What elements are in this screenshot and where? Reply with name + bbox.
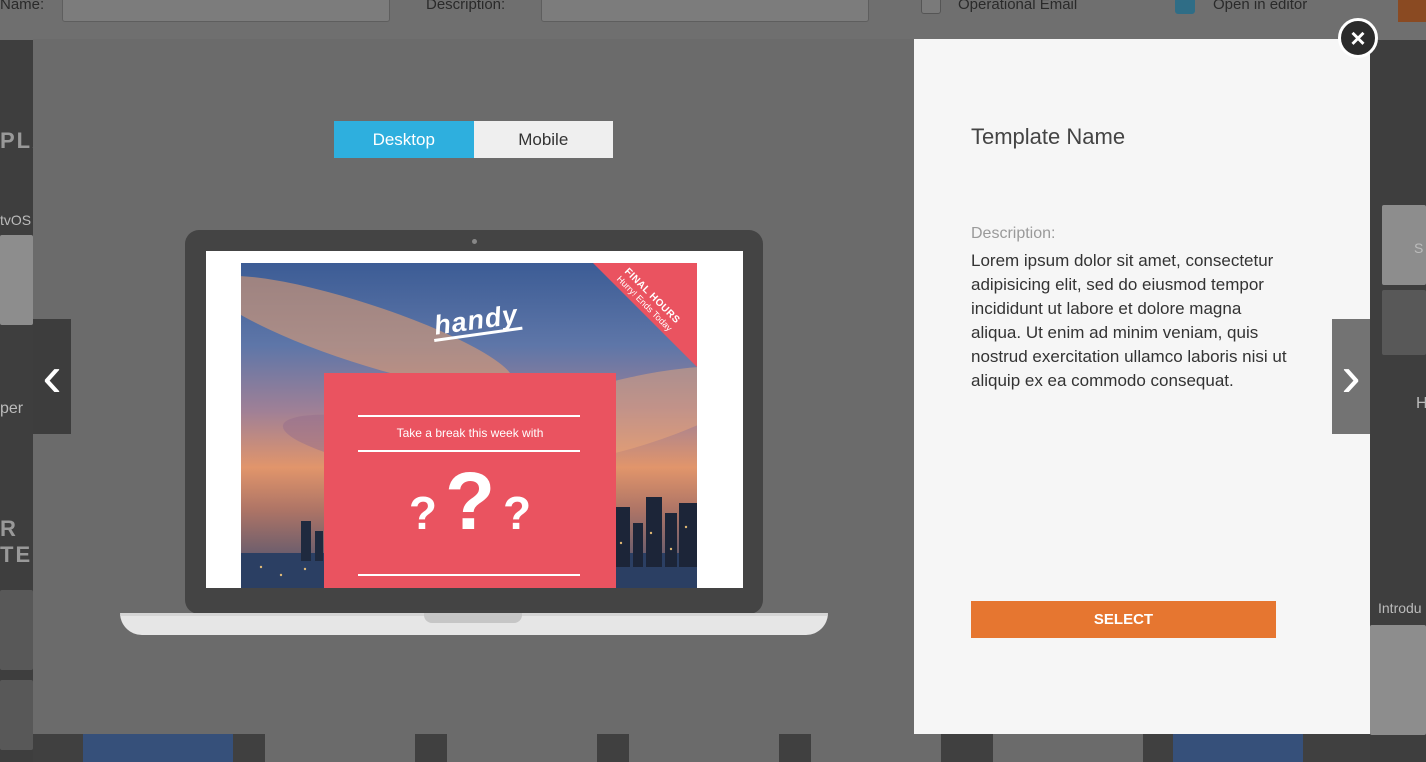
laptop-notch xyxy=(424,613,522,623)
laptop-frame: FINAL HOURS Hurry! Ends Today handy Take… xyxy=(185,230,763,614)
view-toggle: Desktop Mobile xyxy=(334,121,613,158)
previous-template-button[interactable]: ‹ xyxy=(33,319,71,434)
template-preview-pane: Desktop Mobile FINAL HOURS Hurry! Ends T… xyxy=(33,39,914,734)
bg-card-fragment: Introdu xyxy=(1378,600,1422,616)
chevron-left-icon: ‹ xyxy=(42,343,62,409)
background-header: Name: Description: Operational Email Ope… xyxy=(0,0,1426,40)
bg-thumbnail xyxy=(629,734,779,762)
select-button[interactable]: SELECT xyxy=(971,601,1276,638)
description-label: Description: xyxy=(971,225,1056,242)
brand-logo: handy xyxy=(430,299,523,343)
bg-card-fragment: tvOS xyxy=(0,212,32,228)
question-mark-icon: ? xyxy=(444,456,496,547)
name-label: Name: xyxy=(0,0,45,13)
divider xyxy=(358,415,580,417)
bg-thumbnail xyxy=(811,734,941,762)
bg-thumbnail xyxy=(1173,734,1303,762)
description-label-bg: Description: xyxy=(426,0,506,13)
promo-tagline: Take a break this week with xyxy=(396,426,544,440)
email-preview: FINAL HOURS Hurry! Ends Today handy Take… xyxy=(241,263,697,588)
description-field xyxy=(541,0,869,22)
bg-thumbnail xyxy=(0,235,33,325)
bg-thumbnail xyxy=(447,734,597,762)
bg-thumbnail xyxy=(993,734,1143,762)
bg-heading-fragment: PLA xyxy=(0,128,33,153)
background-right-strip: S H Introdu xyxy=(1370,40,1426,762)
bg-thumbnail xyxy=(0,590,33,670)
description-text: Lorem ipsum dolor sit amet, consectetur … xyxy=(971,251,1287,390)
open-in-editor-label: Open in editor xyxy=(1213,0,1308,13)
bg-heading-fragment: R TE xyxy=(0,516,33,567)
background-action-button xyxy=(1398,0,1426,22)
operational-email-checkbox xyxy=(921,0,941,14)
bg-thumbnail xyxy=(1370,625,1426,735)
close-modal-button[interactable]: × xyxy=(1338,18,1378,58)
email-promo-card: Take a break this week with ??? xyxy=(324,373,616,588)
divider xyxy=(358,450,580,452)
desktop-view-button[interactable]: Desktop xyxy=(334,121,474,158)
template-name-title: Template Name xyxy=(971,124,1126,149)
next-template-button[interactable]: › xyxy=(1332,319,1370,434)
bg-card-fragment: S xyxy=(1414,240,1424,256)
name-field xyxy=(62,0,390,22)
laptop-base xyxy=(120,613,828,635)
mobile-view-button[interactable]: Mobile xyxy=(473,121,613,158)
question-mark-icon: ? xyxy=(503,487,532,539)
open-in-editor-checkbox xyxy=(1175,0,1195,14)
divider xyxy=(358,574,580,576)
bg-card-fragment: H xyxy=(1416,395,1426,412)
question-mark-icon: ? xyxy=(408,487,437,539)
close-icon: × xyxy=(1350,23,1366,53)
question-marks: ??? xyxy=(324,455,616,549)
background-left-strip: PLA tvOS per R TE xyxy=(0,40,33,762)
bg-card-fragment: per xyxy=(0,400,24,417)
bg-thumbnail xyxy=(83,734,233,762)
template-details-pane: Template Name Description: Lorem ipsum d… xyxy=(914,39,1370,734)
operational-email-label: Operational Email xyxy=(958,0,1078,13)
bg-thumbnail xyxy=(265,734,415,762)
chevron-right-icon: › xyxy=(1341,343,1361,409)
bg-thumbnail xyxy=(1382,290,1426,355)
laptop-screen: FINAL HOURS Hurry! Ends Today handy Take… xyxy=(206,251,743,588)
corner-banner xyxy=(593,263,697,367)
laptop-camera xyxy=(472,239,477,244)
background-bottom-strip xyxy=(33,734,1370,762)
bg-thumbnail xyxy=(0,680,33,750)
